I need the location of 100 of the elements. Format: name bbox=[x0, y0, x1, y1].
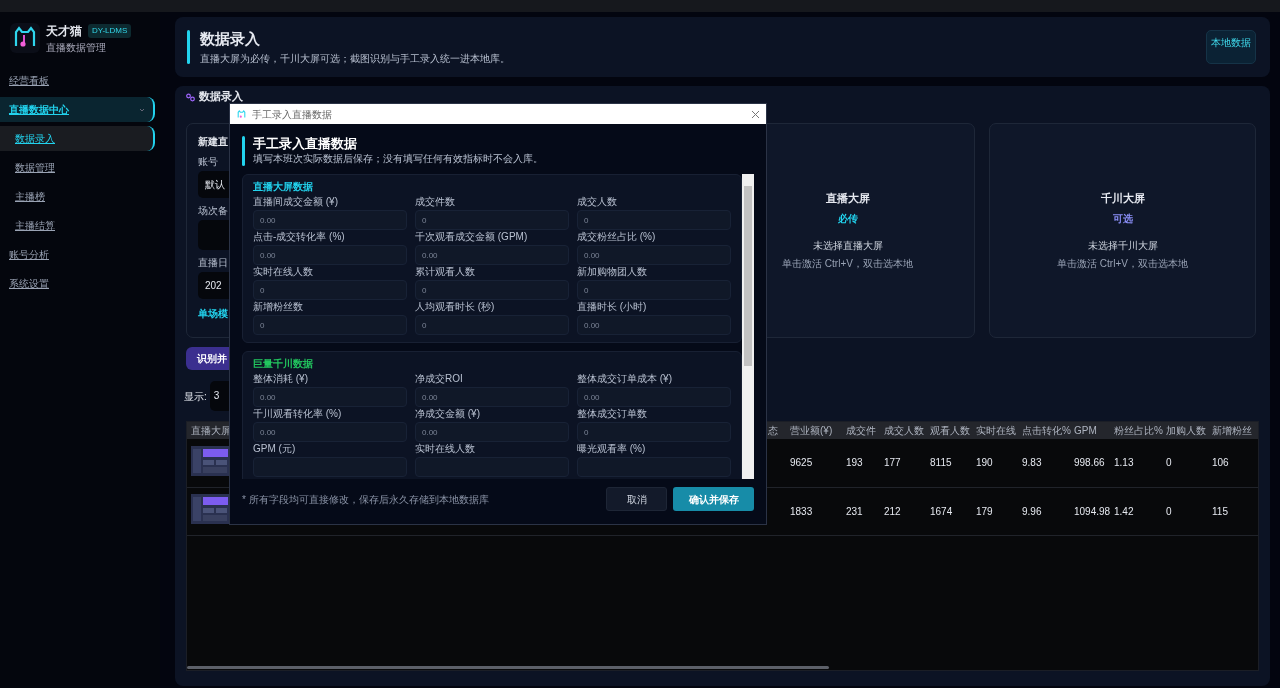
upload-tag: 可选 bbox=[1112, 210, 1133, 226]
table-cell-text: 9625 bbox=[790, 456, 814, 471]
input-field[interactable]: 0.00 bbox=[253, 210, 407, 230]
chevron-icon bbox=[139, 106, 145, 113]
table-cell-text: 231 bbox=[846, 504, 864, 519]
column-header: GPM bbox=[1074, 424, 1098, 438]
field-label: 曝光观看率 (%) bbox=[577, 443, 647, 455]
table-cell-text: 106 bbox=[1212, 456, 1230, 471]
nav-item[interactable]: 数据管理 bbox=[0, 155, 155, 180]
table-cell-text: 0 bbox=[1166, 456, 1173, 471]
mode-label: 单场模 bbox=[198, 307, 228, 321]
input-field[interactable]: 0 bbox=[577, 280, 731, 300]
upload-status: 未选择直播大屏 bbox=[812, 238, 883, 253]
column-header: 粉丝占比% bbox=[1114, 424, 1164, 438]
table-cell-text: 8115 bbox=[930, 456, 953, 471]
cancel-button[interactable]: 取消 bbox=[606, 487, 667, 511]
input-field[interactable]: 0 bbox=[577, 210, 731, 230]
upload-card[interactable]: 千川大屏 可选 未选择千川大屏 单击激活 Ctrl+V，双击选本地 bbox=[989, 123, 1256, 338]
field-label: 整体消耗 (¥) bbox=[253, 373, 309, 385]
input-field[interactable]: 0.00 bbox=[415, 387, 569, 407]
field-label: 新增粉丝数 bbox=[253, 301, 304, 313]
input-field[interactable]: 0.00 bbox=[577, 245, 731, 265]
app-badge: DY-LDMS bbox=[88, 23, 132, 38]
field-label: 整体成交订单数 bbox=[577, 408, 648, 420]
scrollbar[interactable] bbox=[187, 666, 829, 669]
data-badge: 本地数据 bbox=[1206, 30, 1256, 64]
input-field[interactable]: 0 bbox=[415, 315, 569, 335]
input-field[interactable]: 0 bbox=[415, 280, 569, 300]
table-cell-text: 998.66 bbox=[1074, 456, 1106, 471]
table-cell-text: 9.83 bbox=[1022, 456, 1043, 471]
field-label: 点击-成交转化率 (%) bbox=[253, 231, 346, 243]
table-cell-text: 1.42 bbox=[1114, 504, 1135, 519]
table-cell-text: 1.13 bbox=[1114, 456, 1135, 471]
table-cell-text: 1674 bbox=[930, 504, 954, 519]
input-field[interactable]: 0.00 bbox=[577, 315, 731, 335]
column-header: 实时在线 bbox=[976, 424, 1017, 438]
page-title: 数据录入 bbox=[200, 29, 261, 50]
input-field[interactable]: 0 bbox=[415, 210, 569, 230]
table-cell-text: 1833 bbox=[790, 504, 814, 519]
field-label: 千次观看成交金额 (GPM) bbox=[415, 231, 529, 243]
page-subtitle: 直播大屏为必传，千川大屏可选；截图识别与手工录入统一进本地库。 bbox=[200, 51, 510, 66]
logo-icon bbox=[10, 23, 40, 53]
column-header: 成交件 bbox=[846, 424, 877, 438]
input-field[interactable]: 0 bbox=[253, 280, 407, 300]
field-label: 新加购物团人数 bbox=[577, 266, 648, 278]
field-label: 账号 bbox=[198, 155, 218, 169]
table-cell-text: 9.96 bbox=[1022, 504, 1043, 519]
upload-tag: 必传 bbox=[837, 210, 858, 226]
field-label: 千川观看转化率 (%) bbox=[253, 408, 343, 420]
table-cell-text: 115 bbox=[1212, 504, 1229, 519]
nav-item[interactable]: 账号分析 bbox=[0, 242, 155, 267]
input-field[interactable]: 0 bbox=[577, 422, 731, 442]
footnote: * 所有字段均可直接修改，保存后永久存储到本地数据库 bbox=[242, 492, 490, 507]
app-icon bbox=[236, 108, 247, 120]
upload-hint: 单击激活 Ctrl+V，双击选本地 bbox=[782, 256, 913, 271]
field-label: GPM (元) bbox=[253, 443, 297, 455]
input-field[interactable]: 0.00 bbox=[415, 245, 569, 265]
table-cell-text: 193 bbox=[846, 456, 864, 471]
scrollbar[interactable] bbox=[742, 174, 754, 479]
column-header: 点击转化% bbox=[1022, 424, 1072, 438]
input-field[interactable]: 0.00 bbox=[253, 245, 407, 265]
field-label: 直播时长 (小时) bbox=[577, 301, 648, 313]
table-cell-text: 0 bbox=[1166, 504, 1173, 519]
form-title: 新建直 bbox=[198, 135, 228, 149]
table-cell-text: 212 bbox=[884, 504, 902, 519]
field-label: 实时在线人数 bbox=[415, 443, 476, 455]
upload-hint: 单击激活 Ctrl+V，双击选本地 bbox=[1057, 256, 1188, 271]
close-icon[interactable] bbox=[751, 109, 760, 119]
column-header: 态 bbox=[768, 424, 779, 438]
input-field[interactable]: 0.00 bbox=[253, 387, 407, 407]
input-field[interactable]: 0 bbox=[253, 315, 407, 335]
column-header: 成交人数 bbox=[884, 424, 925, 438]
field-label: 成交人数 bbox=[577, 196, 618, 208]
nav-item[interactable]: 系统设置 bbox=[0, 271, 155, 296]
field-label: 净成交金额 (¥) bbox=[415, 408, 481, 420]
field-label: 净成交ROI bbox=[415, 373, 464, 385]
table-cell-text: 179 bbox=[976, 504, 994, 519]
field-label: 累计观看人数 bbox=[415, 266, 476, 278]
nav-item[interactable]: 主播榜 bbox=[0, 184, 155, 209]
nav-item[interactable]: 主播结算 bbox=[0, 213, 155, 238]
field-label: 实时在线人数 bbox=[253, 266, 314, 278]
column-header: 新增粉丝 bbox=[1212, 424, 1253, 438]
nav-group[interactable]: 直播数据中心 bbox=[0, 97, 155, 122]
table-cell-text: 190 bbox=[976, 456, 994, 471]
input-field[interactable]: 0.00 bbox=[415, 422, 569, 442]
input-field[interactable]: 0.00 bbox=[253, 422, 407, 442]
window-title: 手工录入直播数据 bbox=[252, 107, 332, 122]
field-label: 整体成交订单成本 (¥) bbox=[577, 373, 673, 385]
upload-title: 直播大屏 bbox=[825, 191, 870, 207]
field-label: 成交件数 bbox=[415, 196, 456, 208]
field-label: 人均观看时长 (秒) bbox=[415, 301, 496, 313]
nav-item[interactable]: 数据录入 bbox=[0, 126, 155, 151]
save-button[interactable]: 确认并保存 bbox=[673, 487, 754, 511]
display-label: 显示: bbox=[184, 389, 207, 404]
nav-item[interactable]: 经营看板 bbox=[0, 68, 155, 93]
dialog-subtitle: 填写本班次实际数据后保存；没有填写任何有效指标时不会入库。 bbox=[253, 152, 543, 166]
upload-title: 千川大屏 bbox=[1100, 191, 1145, 207]
input-field[interactable]: 0.00 bbox=[577, 387, 731, 407]
column-header: 加购人数 bbox=[1166, 424, 1207, 438]
upload-status: 未选择千川大屏 bbox=[1087, 238, 1158, 253]
